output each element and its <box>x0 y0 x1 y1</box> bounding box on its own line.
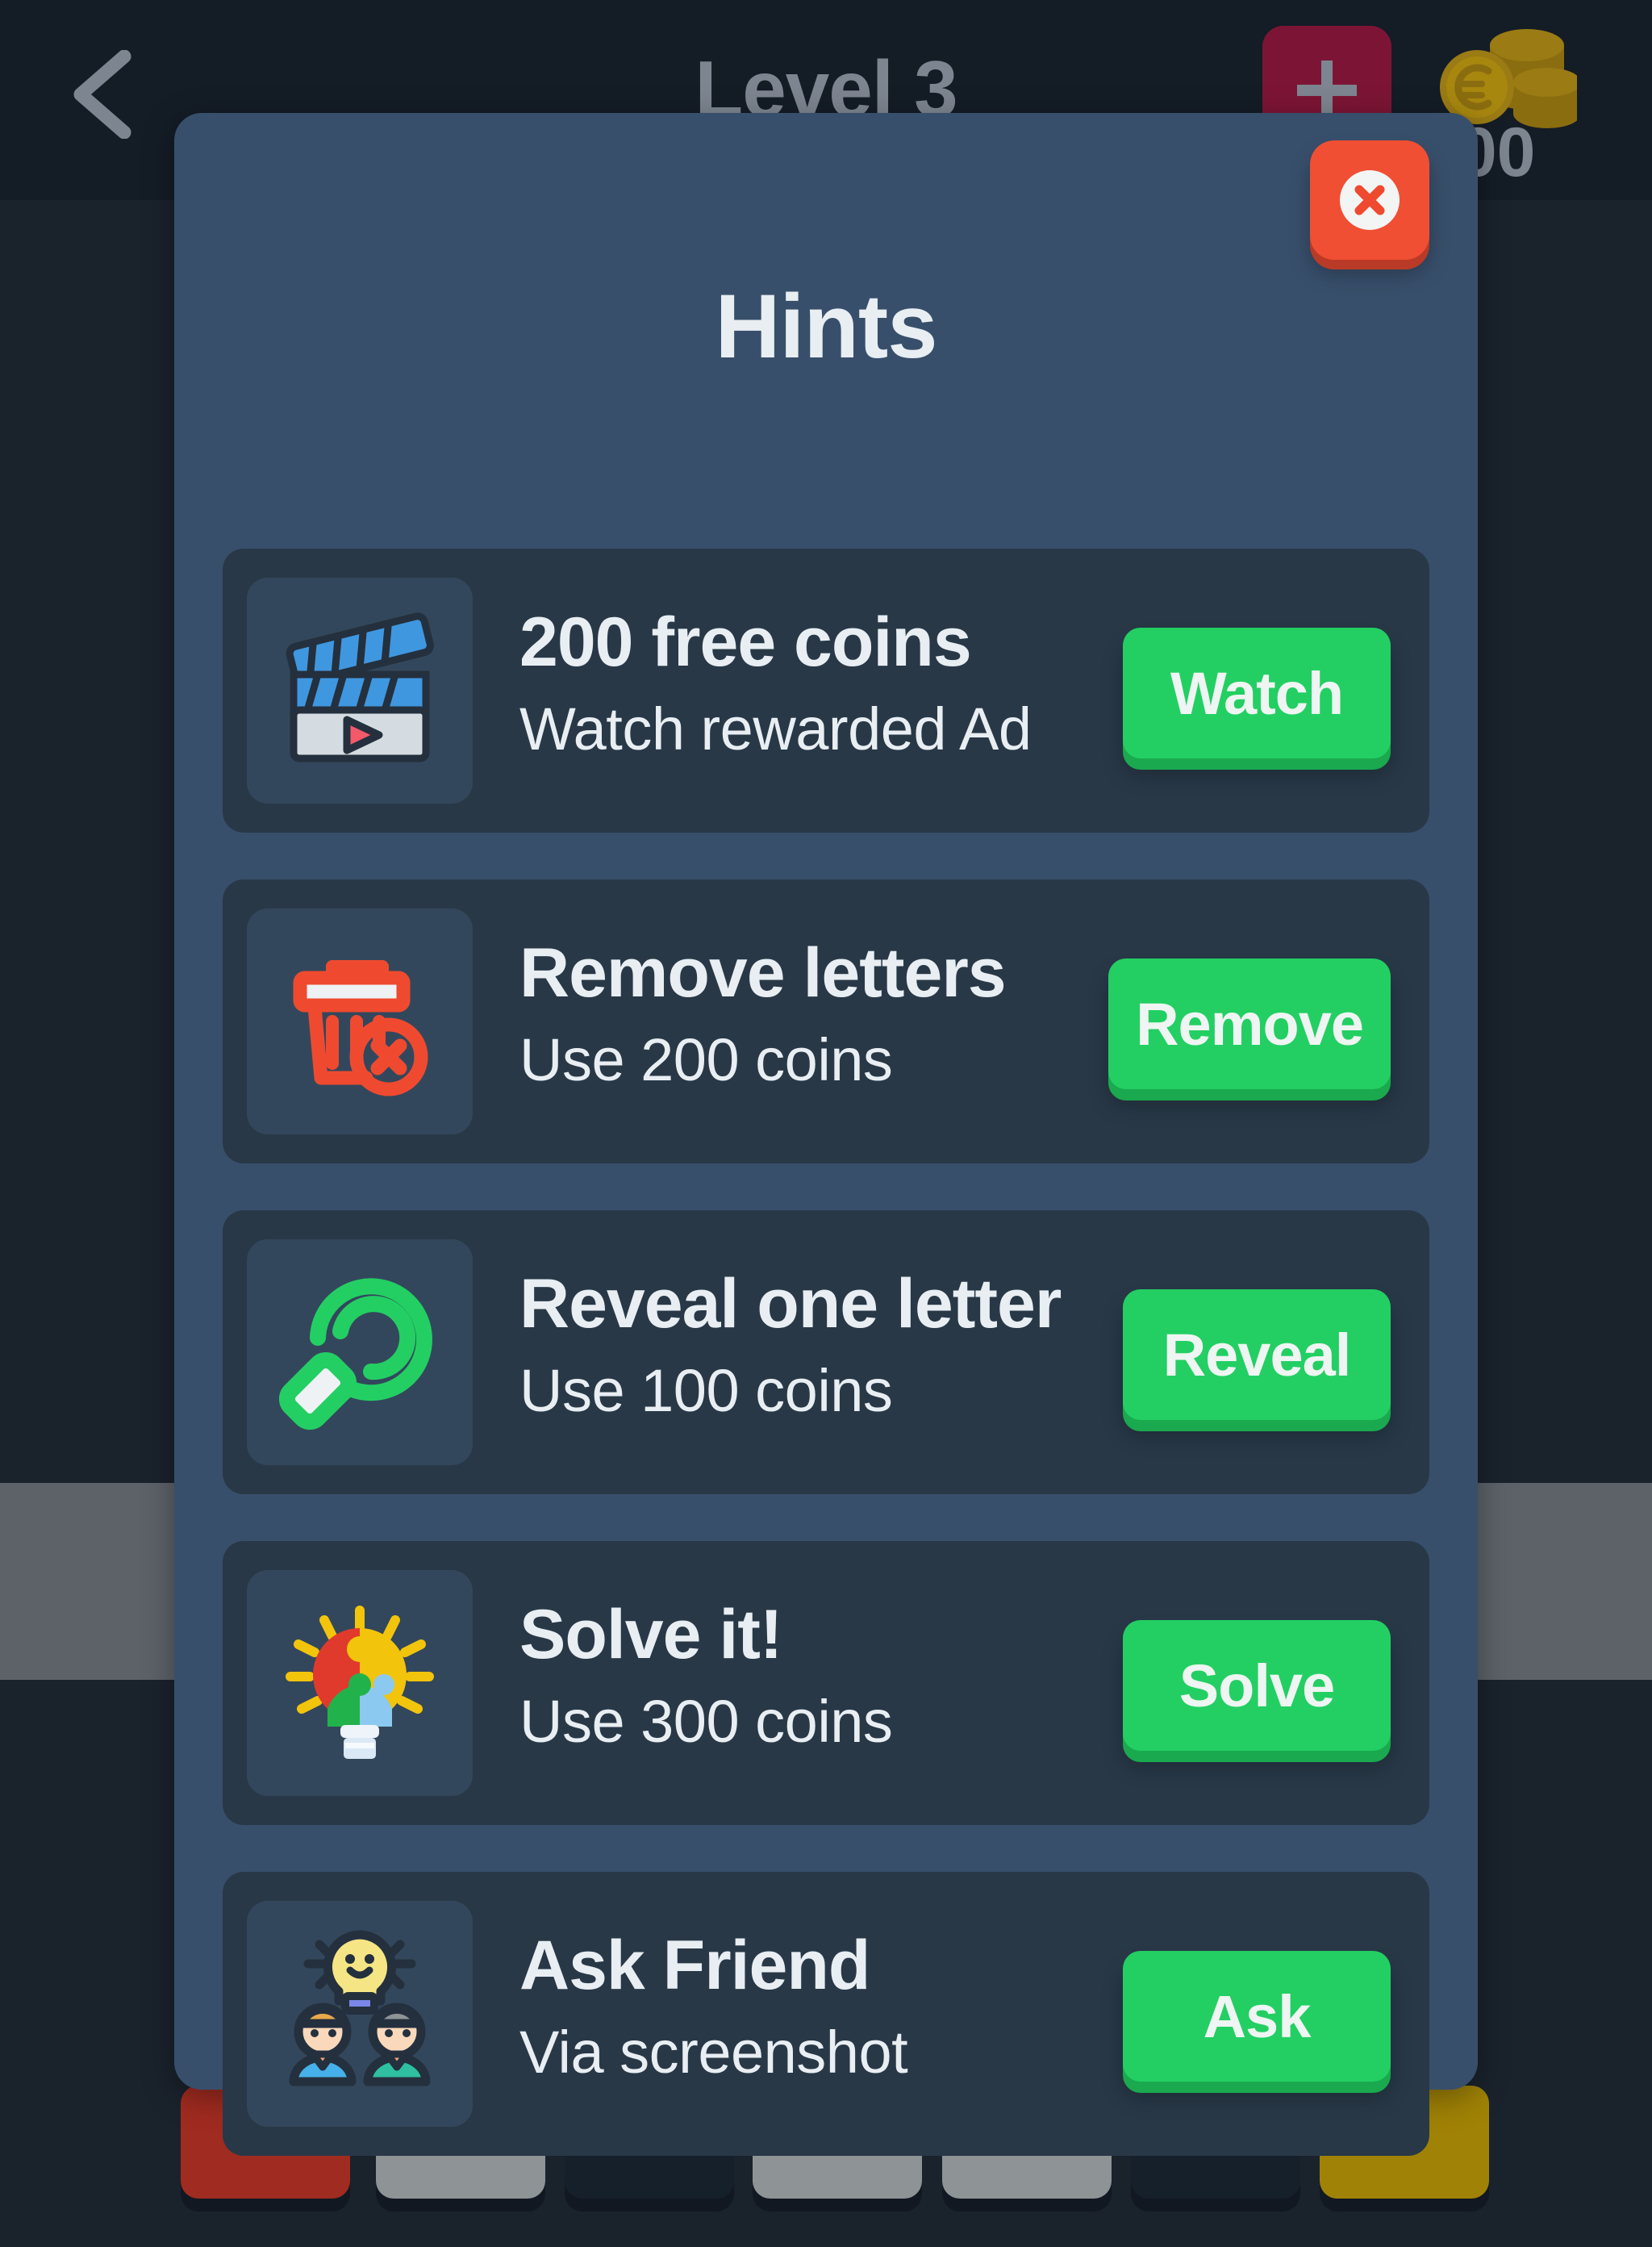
hint-text-block: Ask Friend Via screenshot <box>519 1928 1133 2084</box>
hint-subtitle: Use 300 coins <box>519 1687 893 1755</box>
hint-title: Reveal one letter <box>519 1265 1062 1343</box>
puzzle-lightbulb-icon <box>286 1606 434 1759</box>
hint-icon-container <box>247 1239 473 1465</box>
trash-remove-icon <box>293 960 428 1096</box>
magnifier-icon <box>278 1278 432 1430</box>
hint-text-block: Remove letters Use 200 coins <box>519 936 1133 1092</box>
hint-text-block: 200 free coins Watch rewarded Ad <box>519 605 1133 761</box>
hint-subtitle: Watch rewarded Ad <box>519 695 1032 762</box>
hint-text-block: Reveal one letter Use 100 coins <box>519 1267 1133 1422</box>
hint-icon-container <box>247 908 473 1134</box>
movie-clapper-icon <box>286 612 434 762</box>
ask-button-label: Ask <box>1203 1982 1312 2050</box>
hint-subtitle: Via screenshot <box>519 2018 908 2086</box>
hint-row-ask-friend[interactable]: Ask Friend Via screenshot Ask <box>223 1872 1429 2156</box>
hint-row-remove-letters[interactable]: Remove letters Use 200 coins Remove <box>223 879 1429 1163</box>
hint-subtitle: Use 200 coins <box>519 1025 893 1093</box>
hints-dialog: Hints 200 free coins Watch rewarded Ad W… <box>174 113 1478 2156</box>
remove-button-label: Remove <box>1136 990 1364 1058</box>
dialog-title: Hints <box>715 276 938 377</box>
ask-button[interactable]: Ask <box>1123 1951 1391 2082</box>
close-button[interactable] <box>1310 140 1429 260</box>
solve-button-label: Solve <box>1179 1652 1335 1719</box>
hint-row-solve[interactable]: Solve it! Use 300 coins Solve <box>223 1541 1429 1825</box>
hint-title: 200 free coins <box>519 604 972 681</box>
hint-icon-container <box>247 578 473 804</box>
solve-button[interactable]: Solve <box>1123 1620 1391 1751</box>
ask-friend-icon <box>289 1930 431 2086</box>
hints-list: 200 free coins Watch rewarded Ad Watch R… <box>223 549 1429 2203</box>
hint-icon-container <box>247 1901 473 2127</box>
close-icon <box>1340 170 1400 230</box>
hint-row-reveal-letter[interactable]: Reveal one letter Use 100 coins Reveal <box>223 1210 1429 1494</box>
watch-button[interactable]: Watch <box>1123 628 1391 758</box>
hint-title: Remove letters <box>519 934 1007 1012</box>
reveal-button[interactable]: Reveal <box>1123 1289 1391 1420</box>
hint-title: Solve it! <box>519 1596 783 1673</box>
hint-text-block: Solve it! Use 300 coins <box>519 1598 1133 1753</box>
reveal-button-label: Reveal <box>1162 1321 1352 1389</box>
hint-title: Ask Friend <box>519 1927 870 2004</box>
hint-subtitle: Use 100 coins <box>519 1356 893 1424</box>
hint-icon-container <box>247 1570 473 1796</box>
watch-button-label: Watch <box>1170 659 1344 727</box>
remove-button[interactable]: Remove <box>1108 959 1391 1089</box>
hint-row-watch-ad[interactable]: 200 free coins Watch rewarded Ad Watch <box>223 549 1429 833</box>
